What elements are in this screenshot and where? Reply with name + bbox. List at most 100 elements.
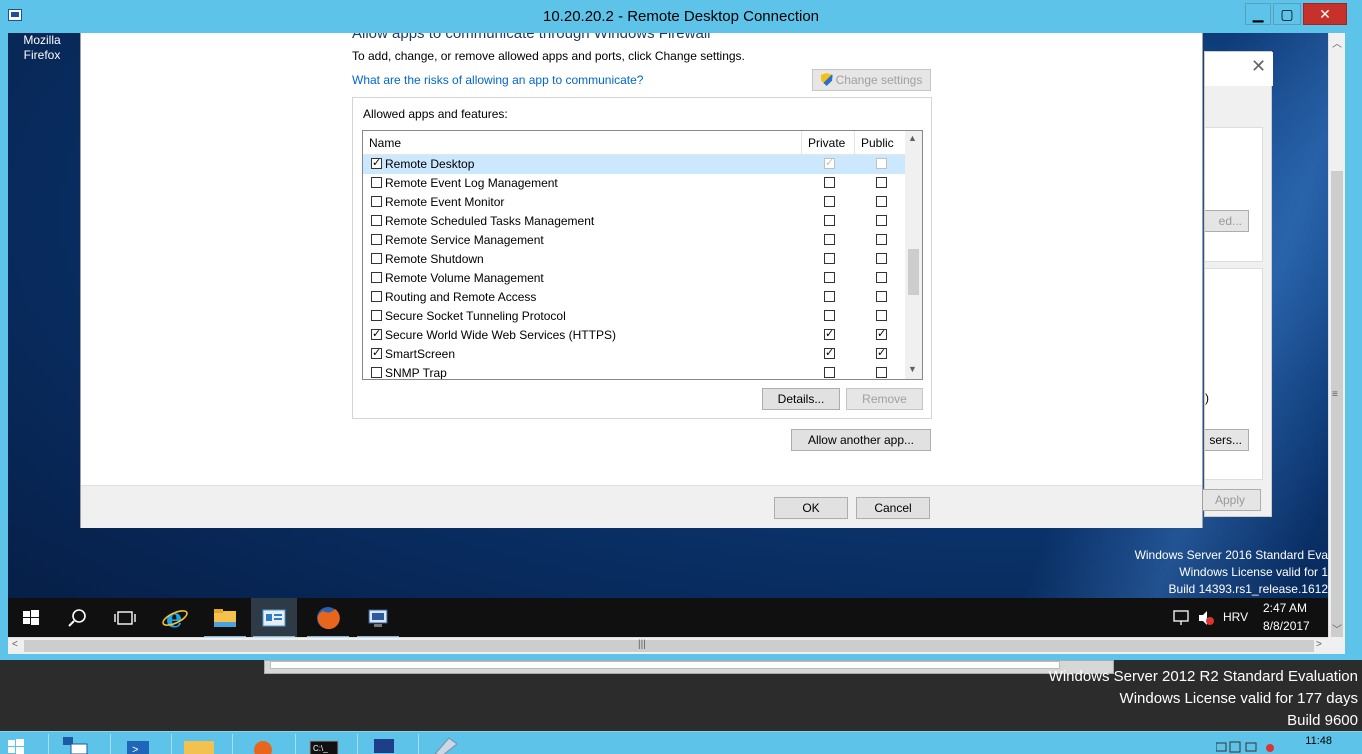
- host-server-manager-icon[interactable]: [48, 734, 104, 754]
- ok-button[interactable]: OK: [774, 497, 848, 519]
- enabled-checkbox[interactable]: [371, 291, 382, 302]
- chevron-down-icon[interactable]: ﹀: [1332, 621, 1342, 636]
- chevron-up-icon[interactable]: ︿: [1332, 35, 1342, 50]
- tray-date[interactable]: 8/8/2017: [1263, 619, 1310, 633]
- scroll-up-icon[interactable]: ▲: [908, 133, 917, 143]
- scroll-thumb[interactable]: [908, 249, 919, 295]
- host-firefox-icon[interactable]: [232, 734, 288, 754]
- public-checkbox[interactable]: [876, 272, 887, 283]
- enabled-checkbox[interactable]: [371, 327, 382, 340]
- close-icon[interactable]: ✕: [1251, 56, 1266, 77]
- private-checkbox[interactable]: [824, 253, 835, 264]
- background-users-button[interactable]: sers...: [1205, 429, 1249, 451]
- private-checkbox[interactable]: [824, 177, 835, 188]
- list-item[interactable]: SmartScreen: [363, 345, 906, 364]
- server-manager-icon[interactable]: [251, 598, 297, 637]
- private-checkbox[interactable]: [824, 272, 835, 283]
- host-start-icon[interactable]: [0, 734, 48, 754]
- list-item[interactable]: Secure Socket Tunneling Protocol: [363, 307, 906, 326]
- close-button[interactable]: ✕: [1303, 3, 1347, 25]
- enabled-checkbox[interactable]: [371, 156, 382, 169]
- rdp-hscroll-thumb[interactable]: [24, 640, 1314, 652]
- list-item[interactable]: Remote Event Monitor: [363, 193, 906, 212]
- list-item[interactable]: SNMP Trap: [363, 364, 906, 379]
- rdp-title-bar[interactable]: 10.20.20.2 - Remote Desktop Connection ▁…: [0, 0, 1362, 33]
- host-app-icon[interactable]: [418, 734, 474, 754]
- firefox-icon[interactable]: [305, 598, 351, 637]
- cancel-button[interactable]: Cancel: [856, 497, 930, 519]
- enabled-checkbox[interactable]: [371, 234, 382, 245]
- task-view-icon[interactable]: [102, 598, 148, 637]
- input-language[interactable]: HRV: [1223, 610, 1248, 624]
- public-checkbox[interactable]: [876, 234, 887, 245]
- host-command-prompt-icon[interactable]: C:\_: [295, 734, 351, 754]
- column-header-name[interactable]: Name: [363, 131, 802, 155]
- private-checkbox[interactable]: [824, 215, 835, 226]
- public-checkbox[interactable]: [876, 291, 887, 302]
- private-checkbox[interactable]: [824, 291, 835, 302]
- change-settings-button[interactable]: Change settings: [812, 69, 931, 91]
- private-checkbox[interactable]: [824, 327, 835, 340]
- private-checkbox[interactable]: [824, 234, 835, 245]
- public-checkbox[interactable]: [876, 346, 887, 359]
- list-item[interactable]: Remote Shutdown: [363, 250, 906, 269]
- private-checkbox[interactable]: [824, 310, 835, 321]
- enabled-checkbox[interactable]: [371, 196, 382, 207]
- windows-start-icon[interactable]: [8, 598, 54, 637]
- public-checkbox[interactable]: [876, 367, 887, 378]
- list-item[interactable]: Remote Desktop: [363, 155, 906, 174]
- public-checkbox[interactable]: [876, 253, 887, 264]
- enabled-checkbox[interactable]: [371, 253, 382, 264]
- public-checkbox[interactable]: [876, 196, 887, 207]
- search-icon[interactable]: [54, 598, 100, 637]
- remote-connection-icon[interactable]: [355, 598, 401, 637]
- scroll-down-icon[interactable]: ▼: [908, 364, 917, 374]
- host-file-explorer-icon[interactable]: [171, 734, 227, 754]
- public-checkbox[interactable]: [876, 177, 887, 188]
- rdp-vscroll-thumb[interactable]: [1331, 171, 1343, 639]
- chevron-left-icon[interactable]: <: [12, 639, 18, 650]
- enabled-checkbox[interactable]: [371, 367, 382, 378]
- enabled-checkbox[interactable]: [371, 346, 382, 359]
- rdp-horizontal-scrollbar[interactable]: < ||| >: [8, 637, 1328, 654]
- host-clock[interactable]: 11:48: [1305, 735, 1332, 747]
- list-item[interactable]: Remote Volume Management: [363, 269, 906, 288]
- private-checkbox[interactable]: [824, 346, 835, 359]
- internet-explorer-icon[interactable]: e: [153, 598, 199, 637]
- list-item[interactable]: Remote Service Management: [363, 231, 906, 250]
- allow-another-app-button[interactable]: Allow another app...: [791, 429, 931, 451]
- list-scrollbar[interactable]: ▲ ▼: [905, 131, 922, 379]
- apply-button[interactable]: Apply: [1199, 489, 1261, 511]
- enabled-checkbox[interactable]: [371, 215, 382, 226]
- network-icon[interactable]: [1173, 610, 1191, 629]
- host-tray-icons[interactable]: [1215, 740, 1286, 754]
- column-header-public[interactable]: Public: [855, 131, 906, 155]
- file-explorer-icon[interactable]: [202, 598, 248, 637]
- details-button[interactable]: Details...: [762, 388, 840, 410]
- public-checkbox[interactable]: [876, 158, 887, 169]
- background-button[interactable]: ed...: [1205, 210, 1249, 232]
- host-powershell-icon[interactable]: >_: [110, 734, 166, 754]
- list-item[interactable]: Secure World Wide Web Services (HTTPS): [363, 326, 906, 345]
- private-checkbox[interactable]: [824, 156, 835, 169]
- public-checkbox[interactable]: [876, 327, 887, 340]
- public-checkbox[interactable]: [876, 215, 887, 226]
- enabled-checkbox[interactable]: [371, 177, 382, 188]
- list-item[interactable]: Remote Scheduled Tasks Management: [363, 212, 906, 231]
- public-checkbox[interactable]: [876, 310, 887, 321]
- desktop-icon-firefox[interactable]: Mozilla Firefox: [20, 33, 64, 63]
- maximize-button[interactable]: ▢: [1273, 3, 1301, 25]
- private-checkbox[interactable]: [824, 367, 835, 378]
- risks-link[interactable]: What are the risks of allowing an app to…: [352, 73, 643, 87]
- remote-desktop-viewport[interactable]: Mozilla Firefox ✕ ed... ) sers... Apply …: [8, 33, 1328, 637]
- list-item[interactable]: Routing and Remote Access: [363, 288, 906, 307]
- rdp-vertical-scrollbar[interactable]: ︿ ≡ ﹀: [1328, 33, 1345, 639]
- tray-time[interactable]: 2:47 AM: [1263, 601, 1307, 615]
- enabled-checkbox[interactable]: [371, 272, 382, 283]
- allowed-apps-list[interactable]: Name Private Public Remote Desktop Remote…: [362, 130, 923, 380]
- remove-button[interactable]: Remove: [846, 388, 923, 410]
- private-checkbox[interactable]: [824, 196, 835, 207]
- minimize-button[interactable]: ▁: [1245, 3, 1271, 25]
- column-header-private[interactable]: Private: [802, 131, 855, 155]
- list-item[interactable]: Remote Event Log Management: [363, 174, 906, 193]
